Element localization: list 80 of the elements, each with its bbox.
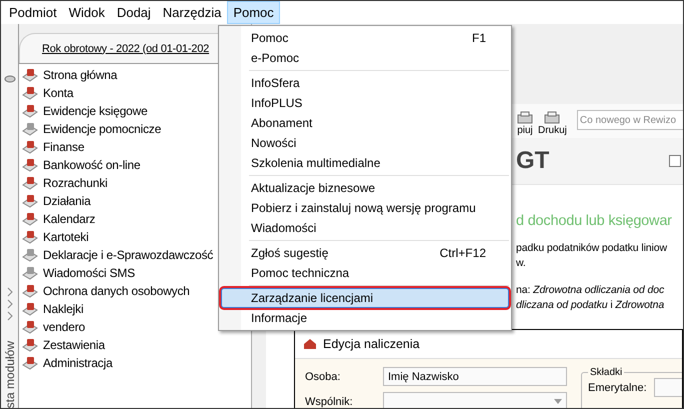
module-icon bbox=[22, 122, 38, 136]
menu-item[interactable]: InfoSfera bbox=[221, 73, 509, 93]
paragraph-line: na: Zdrowotna odliczania od doc bbox=[516, 283, 666, 298]
field-label: Osoba: bbox=[305, 370, 342, 382]
menu-item[interactable]: Szkolenia multimedialne bbox=[221, 153, 509, 173]
module-item[interactable]: Zestawienia bbox=[43, 338, 105, 352]
menu-item[interactable]: Pobierz i zainstaluj nową wersję programu bbox=[221, 198, 509, 218]
menu-item[interactable]: Pomoc F1 bbox=[221, 28, 509, 48]
field-label: Emerytalne: bbox=[588, 382, 648, 394]
caret-icon bbox=[554, 399, 562, 404]
menu-item[interactable]: Informacje bbox=[221, 308, 509, 328]
toolbar-button[interactable]: Drukuj bbox=[538, 111, 567, 138]
module-icon bbox=[22, 302, 38, 316]
dropdown-field[interactable] bbox=[383, 392, 567, 408]
module-icon bbox=[22, 248, 38, 262]
module-item[interactable]: Wiadomości SMS bbox=[43, 266, 135, 280]
panel-label: sta modułów bbox=[2, 340, 16, 408]
chevron-icon[interactable] bbox=[6, 298, 12, 309]
module-item[interactable]: Bankowość on-line bbox=[43, 158, 140, 172]
menu-item[interactable]: Zgłoś sugestię Ctrl+F12 bbox=[221, 243, 509, 263]
menu-bar-item[interactable]: Dodaj bbox=[110, 1, 157, 24]
menu-bar-item[interactable]: Widok bbox=[62, 1, 111, 24]
module-item[interactable]: Finanse bbox=[43, 140, 84, 154]
module-item[interactable]: Kartoteki bbox=[43, 230, 89, 244]
module-icon bbox=[22, 356, 38, 370]
module-item[interactable]: Ewidencje pomocnicze bbox=[43, 122, 162, 136]
module-icon bbox=[22, 338, 38, 352]
module-item[interactable]: Administracja bbox=[43, 356, 112, 370]
module-icon bbox=[22, 86, 38, 100]
chevron-icon[interactable] bbox=[6, 286, 12, 297]
module-icon bbox=[22, 104, 38, 118]
module-item[interactable]: Działania bbox=[43, 194, 91, 208]
section-heading: d dochodu lub księgowar bbox=[516, 213, 672, 229]
toolbar-button[interactable]: piuj bbox=[516, 111, 534, 138]
module-icon bbox=[22, 140, 38, 154]
module-item[interactable]: vendero bbox=[43, 320, 85, 334]
menu-item[interactable]: Abonament bbox=[221, 113, 509, 133]
module-item[interactable]: Strona główna bbox=[43, 68, 118, 82]
module-item[interactable]: Deklaracje i e-Sprawozdawczość bbox=[43, 248, 214, 262]
app-icon bbox=[303, 338, 317, 350]
dialog-title: Edycja naliczenia bbox=[323, 337, 420, 351]
menu-item[interactable]: Aktualizacje biznesowe bbox=[221, 178, 509, 198]
module-icon bbox=[22, 212, 38, 226]
menu-item[interactable]: InfoPLUS bbox=[221, 93, 509, 113]
menu-item[interactable]: Nowości bbox=[221, 133, 509, 153]
module-icon bbox=[22, 284, 38, 298]
module-item[interactable]: Rozrachunki bbox=[43, 176, 108, 190]
group-title: Składki bbox=[589, 367, 624, 378]
pin-icon[interactable] bbox=[4, 74, 16, 84]
search-field[interactable]: Co nowego w Rewizo bbox=[576, 110, 683, 130]
module-icon bbox=[22, 230, 38, 244]
module-icon bbox=[22, 194, 38, 208]
module-item[interactable]: Ochrona danych osobowych bbox=[43, 284, 190, 298]
menu-bar-item[interactable]: Podmiot bbox=[3, 1, 63, 24]
module-item[interactable]: Konta bbox=[43, 86, 74, 100]
chevron-icon[interactable] bbox=[6, 310, 12, 321]
paragraph-line: dliczana od podatku i Zdrowotna bbox=[516, 298, 666, 313]
printer-icon bbox=[516, 111, 534, 125]
checkbox[interactable] bbox=[669, 155, 681, 167]
input-field[interactable] bbox=[654, 378, 682, 397]
module-icon bbox=[22, 158, 38, 172]
paragraph-line: w. bbox=[516, 256, 527, 271]
printer-icon bbox=[543, 111, 562, 125]
module-item[interactable]: Kalendarz bbox=[43, 212, 96, 226]
input-field[interactable]: Imię Nazwisko bbox=[383, 367, 567, 386]
module-item[interactable]: Ewidencje księgowe bbox=[43, 104, 148, 118]
module-icon bbox=[22, 320, 38, 334]
menu-item[interactable]: Zarządzanie licencjami bbox=[221, 288, 509, 308]
module-icon bbox=[22, 68, 38, 82]
module-item[interactable]: Naklejki bbox=[43, 302, 84, 316]
module-icon bbox=[22, 266, 38, 280]
menu-bar-item[interactable]: Narzędzia bbox=[156, 1, 228, 24]
page-title: GT bbox=[516, 147, 550, 175]
paragraph-line: padku podatników podatku liniow bbox=[516, 241, 668, 256]
module-icon bbox=[22, 176, 38, 190]
menu-bar-item[interactable]: Pomoc bbox=[227, 1, 280, 24]
field-label: Wspólnik: bbox=[305, 396, 354, 408]
menu-item[interactable]: Wiadomości bbox=[221, 218, 509, 238]
menu-item[interactable]: Pomoc techniczna bbox=[221, 263, 509, 283]
menu-item[interactable]: e-Pomoc bbox=[221, 48, 509, 68]
